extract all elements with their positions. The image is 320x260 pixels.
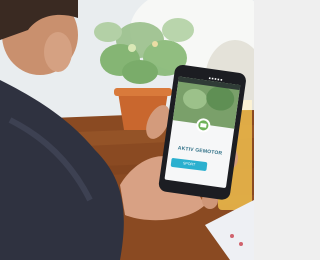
scene-photo <box>0 0 254 260</box>
photo-frame: ■■■■■ AKTIV GEMOTOR SPORT <box>0 0 254 260</box>
